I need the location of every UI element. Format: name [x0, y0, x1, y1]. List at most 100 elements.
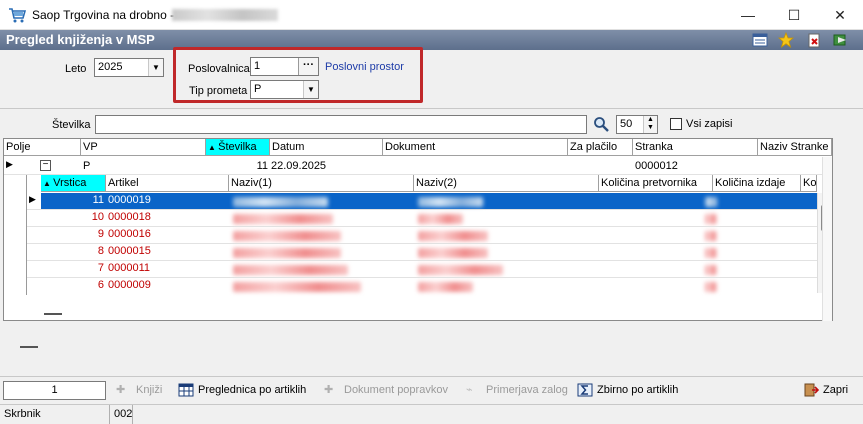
detail-header-kolicina-pretvornika[interactable]: Količina pretvornika: [599, 175, 713, 192]
col-header-za-placilo[interactable]: Za plačilo: [568, 139, 633, 156]
panel-collapse-handle[interactable]: [20, 346, 38, 348]
preglednica-label: Preglednica po artiklih: [198, 384, 307, 396]
status-code: 002: [114, 408, 133, 420]
detail-vrstica: 9: [97, 228, 104, 240]
row-indicator-icon: ▶: [29, 194, 36, 204]
tip-prometa-label: Tip prometa: [189, 85, 248, 97]
list-icon[interactable]: [752, 32, 768, 48]
maximize-button[interactable]: ☐: [771, 0, 817, 30]
vsi-zapisi-label: Vsi zapisi: [686, 118, 733, 130]
parent-stranka: 0000012: [635, 160, 678, 172]
col-header-naziv-stranke[interactable]: Naziv Stranke: [758, 139, 832, 156]
dokument-popravkov-button[interactable]: ✚ Dokument popravkov: [324, 381, 448, 399]
detail-vrstica: 11: [92, 194, 104, 206]
redacted-qty: [705, 248, 717, 258]
detail-header-naziv1[interactable]: Naziv(1): [229, 175, 414, 192]
stevilka-input[interactable]: [95, 115, 587, 134]
detail-artikel: 0000011: [108, 262, 151, 274]
compare-icon: ⌁: [466, 384, 473, 396]
status-divider: [132, 405, 133, 424]
primerjava-zalog-label: Primerjava zalog: [486, 384, 568, 396]
status-user: Skrbnik: [4, 408, 41, 420]
col-header-stevilka-label: Številka: [218, 141, 257, 153]
poslovalnica-input[interactable]: 1 ···: [250, 57, 319, 76]
count-stepper[interactable]: 50 ▲ ▼: [616, 115, 658, 134]
tip-prometa-value: P: [254, 83, 262, 95]
detail-header-artikel[interactable]: Artikel: [106, 175, 229, 192]
chevron-down-icon: ▼: [303, 81, 318, 98]
leto-select[interactable]: 2025 ▼: [94, 58, 164, 77]
col-header-vp[interactable]: VP: [81, 139, 206, 156]
parent-datum: 22.09.2025: [271, 160, 327, 172]
redacted-naziv2: [418, 197, 483, 207]
poslovalnica-label: Poslovalnica: [188, 63, 250, 75]
redacted-naziv2: [418, 248, 488, 258]
row-divider: [27, 277, 817, 278]
grid-collapse-handle[interactable]: [44, 313, 62, 315]
col-header-dokument[interactable]: Dokument: [383, 139, 568, 156]
cart-icon: [9, 8, 26, 23]
preglednica-button[interactable]: Preglednica po artiklih: [178, 381, 306, 399]
vsi-zapisi-checkbox[interactable]: [670, 118, 682, 130]
col-header-datum[interactable]: Datum: [270, 139, 383, 156]
table-icon: [178, 383, 194, 397]
parent-stevilka: 11: [256, 160, 268, 172]
stepper-arrows-icon[interactable]: ▲ ▼: [643, 116, 657, 133]
redacted-qty: [705, 282, 717, 292]
detail-header-ko[interactable]: Ko: [801, 175, 817, 192]
redacted-naziv1: [233, 282, 361, 292]
grid-scrollbar[interactable]: [822, 157, 832, 321]
detail-vrstica: 10: [91, 211, 104, 223]
data-grid[interactable]: Polje VP ▲ Številka Datum Dokument Za pl…: [3, 138, 833, 321]
zbirno-po-artiklih-button[interactable]: Zbirno po artiklih: [577, 381, 678, 399]
redacted-naziv2: [418, 265, 503, 275]
col-header-stranka[interactable]: Stranka: [633, 139, 758, 156]
detail-header-kolicina-izdaje[interactable]: Količina izdaje: [713, 175, 801, 192]
row-indicator-icon: ▶: [6, 159, 13, 169]
exit-icon[interactable]: [832, 32, 848, 48]
record-count: 1: [3, 381, 106, 400]
star-icon[interactable]: [778, 32, 794, 48]
detail-vrstica: 7: [97, 262, 104, 274]
redacted-naziv1: [233, 248, 341, 258]
redacted-qty: [705, 214, 717, 224]
browse-button[interactable]: ···: [298, 58, 318, 75]
detail-vrstica: 6: [97, 279, 104, 291]
search-icon[interactable]: [593, 116, 609, 132]
page-header: Pregled knjiženja v MSP: [0, 30, 863, 50]
detail-header-naziv2[interactable]: Naziv(2): [414, 175, 599, 192]
row-divider: [27, 209, 817, 210]
poslovni-prostor-link[interactable]: Poslovni prostor: [325, 61, 404, 73]
detail-grid[interactable]: ▲ Vrstica Artikel Naziv(1) Naziv(2) Koli…: [26, 175, 829, 295]
door-exit-icon: [804, 383, 819, 397]
redacted-naziv2: [418, 214, 463, 224]
dokument-popravkov-label: Dokument popravkov: [344, 384, 448, 396]
minimize-button[interactable]: —: [725, 0, 771, 30]
divider: [0, 108, 863, 109]
book-add-icon: ✚: [116, 384, 126, 396]
row-divider: [27, 226, 817, 227]
col-header-polje[interactable]: Polje: [4, 139, 81, 156]
delete-icon[interactable]: [806, 32, 822, 48]
detail-vrstica: 8: [97, 245, 104, 257]
primerjava-zalog-button[interactable]: ⌁ Primerjava zalog: [466, 381, 568, 399]
col-header-stevilka[interactable]: ▲ Številka: [206, 139, 270, 156]
detail-header-vrstica[interactable]: ▲ Vrstica: [41, 175, 106, 192]
window-title: Saop Trgovina na drobno -: [32, 8, 175, 22]
knjizi-label: Knjiži: [136, 384, 163, 396]
divider: [0, 376, 863, 377]
document-edit-icon: ✚: [324, 384, 334, 396]
knjizi-button[interactable]: ✚ Knjiži: [116, 381, 162, 399]
redacted-qty: [705, 231, 717, 241]
leto-value: 2025: [98, 61, 123, 73]
row-divider: [27, 243, 817, 244]
zbirno-label: Zbirno po artiklih: [597, 384, 679, 396]
detail-header-vrstica-label: Vrstica: [53, 177, 87, 189]
detail-artikel: 0000018: [108, 211, 151, 223]
redacted-naziv1: [233, 265, 348, 275]
collapse-toggle[interactable]: −: [40, 160, 51, 171]
redacted-naziv2: [418, 282, 473, 292]
close-button[interactable]: ✕: [817, 0, 863, 30]
zapri-button[interactable]: Zapri: [803, 381, 848, 399]
tip-prometa-select[interactable]: P ▼: [250, 80, 319, 99]
